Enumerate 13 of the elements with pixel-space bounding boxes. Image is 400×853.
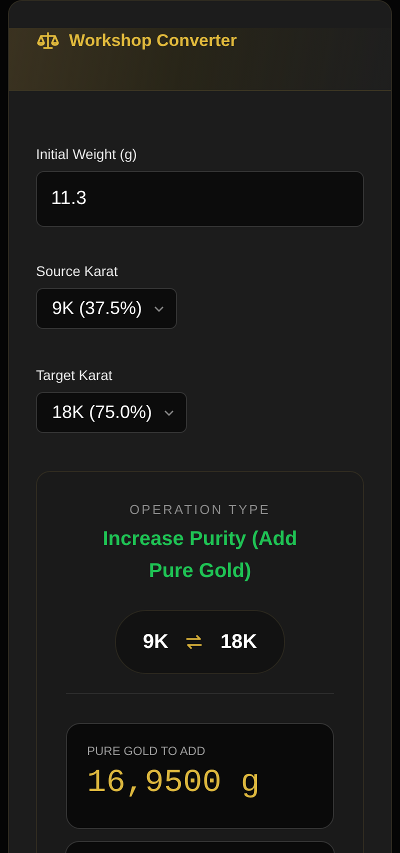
result-label: PURE GOLD TO ADD <box>87 744 206 758</box>
field-label: Initial Weight (g) <box>36 146 138 162</box>
operation-caption: OPERATION TYPE <box>130 502 270 517</box>
weight-input[interactable]: 11.3 <box>36 171 364 227</box>
field-label: Source Karat <box>36 263 119 279</box>
result-value: 16,9500 g <box>87 764 260 801</box>
field-label: Target Karat <box>36 367 114 383</box>
karat-select[interactable]: 18K (75.0%) <box>36 392 188 433</box>
target-karat: 18K <box>220 630 258 654</box>
source-karat: 9K <box>142 630 168 654</box>
operation-title: Increase Purity (Add Pure Gold) <box>102 527 298 584</box>
app-title: Workshop Converter <box>69 31 237 51</box>
karat-select[interactable]: 9K (37.5%) <box>36 288 178 329</box>
